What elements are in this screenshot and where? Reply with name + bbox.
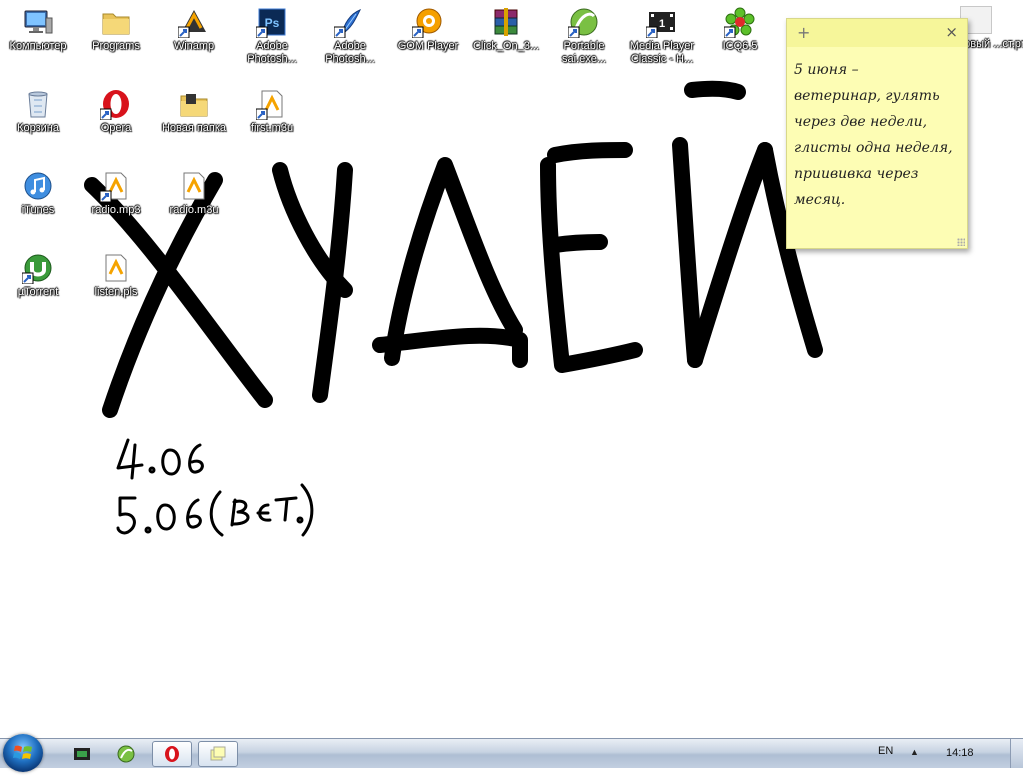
- media-player-classic-icon: 1: [646, 6, 678, 38]
- itunes-icon: [22, 170, 54, 202]
- desktop[interactable]: Компьютер Programs Winamp Ps Adobe Photo…: [0, 0, 1023, 738]
- desktop-icon-radio-mp3[interactable]: radio.mp3: [78, 170, 154, 217]
- add-note-button[interactable]: +: [797, 23, 810, 42]
- clock[interactable]: 14:18: [946, 747, 974, 759]
- playlist-file-icon: [256, 88, 288, 120]
- playlist-file-icon: [100, 170, 132, 202]
- desktop-icon-label: Click_On_3...: [472, 40, 540, 52]
- desktop-icon-utorrent[interactable]: µTorrent: [0, 252, 76, 299]
- photoshop-feather-icon: [334, 6, 366, 38]
- desktop-icon-listen-pls[interactable]: listen.pls: [78, 252, 154, 299]
- photoshop-icon: Ps: [256, 6, 288, 38]
- language-indicator[interactable]: EN: [878, 745, 893, 757]
- opera-taskbar-icon: [165, 746, 179, 762]
- taskbar-opera[interactable]: [152, 741, 192, 767]
- windows-logo-icon: [13, 745, 32, 759]
- resize-grip-icon[interactable]: [957, 238, 965, 246]
- desktop-icon-label: Adobe Photosh...: [247, 40, 297, 65]
- desktop-icon-label: iTunes: [21, 204, 55, 216]
- taskbar-sticky-notes[interactable]: [198, 741, 238, 767]
- computer-icon: [22, 6, 54, 38]
- recycle-bin-icon: [22, 88, 54, 120]
- desktop-icon-click-on[interactable]: Click_On_3...: [468, 6, 544, 53]
- folder-icon: [100, 6, 132, 38]
- desktop-icon-photoshop[interactable]: Ps Adobe Photosh...: [234, 6, 310, 66]
- sai-icon: [568, 6, 600, 38]
- desktop-icon-label: Portable sai.exe...: [561, 40, 607, 65]
- desktop-icon-first-m3u[interactable]: first.m3u: [234, 88, 310, 135]
- desktop-icon-radio-m3u[interactable]: radio.m3u: [156, 170, 232, 217]
- utorrent-icon: [22, 252, 54, 284]
- desktop-icon-label: Корзина: [17, 122, 59, 134]
- desktop-icon-label: radio.mp3: [91, 204, 141, 216]
- desktop-icon-label: µTorrent: [17, 286, 59, 298]
- start-button[interactable]: [3, 734, 43, 772]
- taskbar: EN ▲ 14:18: [0, 734, 1023, 772]
- desktop-icon-label: radio.m3u: [169, 204, 219, 216]
- desktop-icon-winamp[interactable]: Winamp: [156, 6, 232, 53]
- desktop-icon-new-folder[interactable]: Новая папка: [156, 88, 232, 135]
- media-player-classic-taskbar-icon: [74, 748, 90, 760]
- svg-text:1: 1: [659, 18, 665, 30]
- desktop-icon-media-player-classic[interactable]: 1 Media Player Classic - H...: [624, 6, 700, 66]
- close-note-button[interactable]: ×: [945, 23, 958, 41]
- taskbar-media-player-classic[interactable]: [62, 741, 102, 767]
- desktop-icon-label: Adobe Photosh...: [325, 40, 375, 65]
- playlist-file-icon: [100, 252, 132, 284]
- desktop-icon-label: Programs: [92, 40, 140, 52]
- show-desktop-button[interactable]: [1010, 739, 1023, 768]
- desktop-icon-recycle-bin[interactable]: Корзина: [0, 88, 76, 135]
- icq-icon: [724, 6, 756, 38]
- opera-icon: [100, 88, 132, 120]
- sticky-note[interactable]: + × 5 июня – ветеринар, гулять через две…: [786, 18, 968, 249]
- desktop-icon-portable-sai[interactable]: Portable sai.exe...: [546, 6, 622, 66]
- winrar-archive-icon: [490, 6, 522, 38]
- desktop-icon-label: GOM Player: [397, 40, 459, 52]
- taskbar-sai[interactable]: [106, 741, 146, 767]
- winamp-icon: [178, 6, 210, 38]
- playlist-file-icon: [178, 170, 210, 202]
- desktop-icon-itunes[interactable]: iTunes: [0, 170, 76, 217]
- desktop-icon-icq[interactable]: ICQ6.5: [702, 6, 778, 53]
- sticky-note-titlebar[interactable]: + ×: [787, 19, 967, 47]
- desktop-icon-label: listen.pls: [94, 286, 138, 298]
- desktop-icon-label: Opera: [100, 122, 132, 134]
- desktop-icon-photoshop-2[interactable]: Adobe Photosh...: [312, 6, 388, 66]
- desktop-icon-label: Компьютер: [9, 40, 67, 52]
- desktop-icon-gom-player[interactable]: GOM Player: [390, 6, 466, 53]
- desktop-icon-opera[interactable]: Opera: [78, 88, 154, 135]
- sticky-notes-taskbar-icon: [210, 746, 226, 761]
- show-hidden-icons-button[interactable]: ▲: [910, 747, 919, 757]
- sai-taskbar-icon: [117, 745, 135, 763]
- desktop-icon-label: Media Player Classic - H...: [629, 40, 695, 65]
- desktop-icon-label: Winamp: [173, 40, 215, 52]
- desktop-icon-programs[interactable]: Programs: [78, 6, 154, 53]
- folder-icon: [178, 88, 210, 120]
- desktop-icon-computer[interactable]: Компьютер: [0, 6, 76, 53]
- desktop-icon-label: ICQ6.5: [722, 40, 758, 52]
- gom-player-icon: [412, 6, 444, 38]
- desktop-icon-label: first.m3u: [250, 122, 294, 134]
- desktop-icon-label: Новая папка: [161, 122, 227, 134]
- sticky-note-text[interactable]: 5 июня – ветеринар, гулять через две нед…: [787, 47, 967, 213]
